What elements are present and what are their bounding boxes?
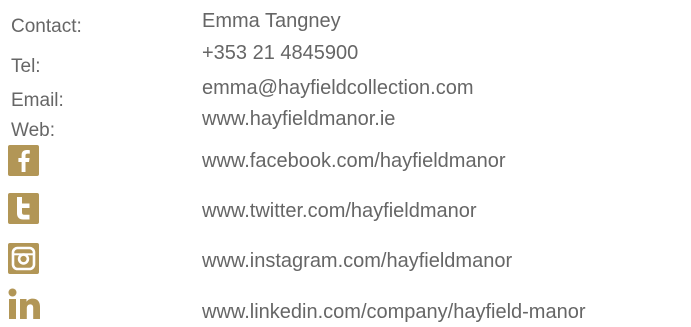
- contact-card: { "contact_info": { "labels": { "contact…: [0, 0, 691, 327]
- facebook-link[interactable]: www.facebook.com/hayfieldmanor: [202, 151, 505, 171]
- facebook-icon[interactable]: [8, 145, 39, 176]
- tel-value[interactable]: +353 21 4845900: [202, 43, 358, 63]
- contact-name: Emma Tangney: [202, 10, 341, 32]
- linkedin-icon[interactable]: [7, 287, 43, 321]
- twitter-link[interactable]: www.twitter.com/hayfieldmanor: [202, 201, 477, 221]
- contact-label: Contact:: [11, 16, 82, 37]
- email-link[interactable]: emma@hayfieldcollection.com: [202, 78, 474, 98]
- twitter-icon[interactable]: [8, 193, 39, 224]
- instagram-link[interactable]: www.instagram.com/hayfieldmanor: [202, 251, 512, 271]
- website-link[interactable]: www.hayfieldmanor.ie: [202, 109, 395, 129]
- instagram-icon[interactable]: [8, 243, 39, 274]
- linkedin-link[interactable]: www.linkedin.com/company/hayfield-manor: [202, 302, 586, 322]
- web-label: Web:: [11, 120, 56, 141]
- email-label: Email:: [11, 90, 64, 111]
- tel-label: Tel:: [11, 56, 41, 77]
